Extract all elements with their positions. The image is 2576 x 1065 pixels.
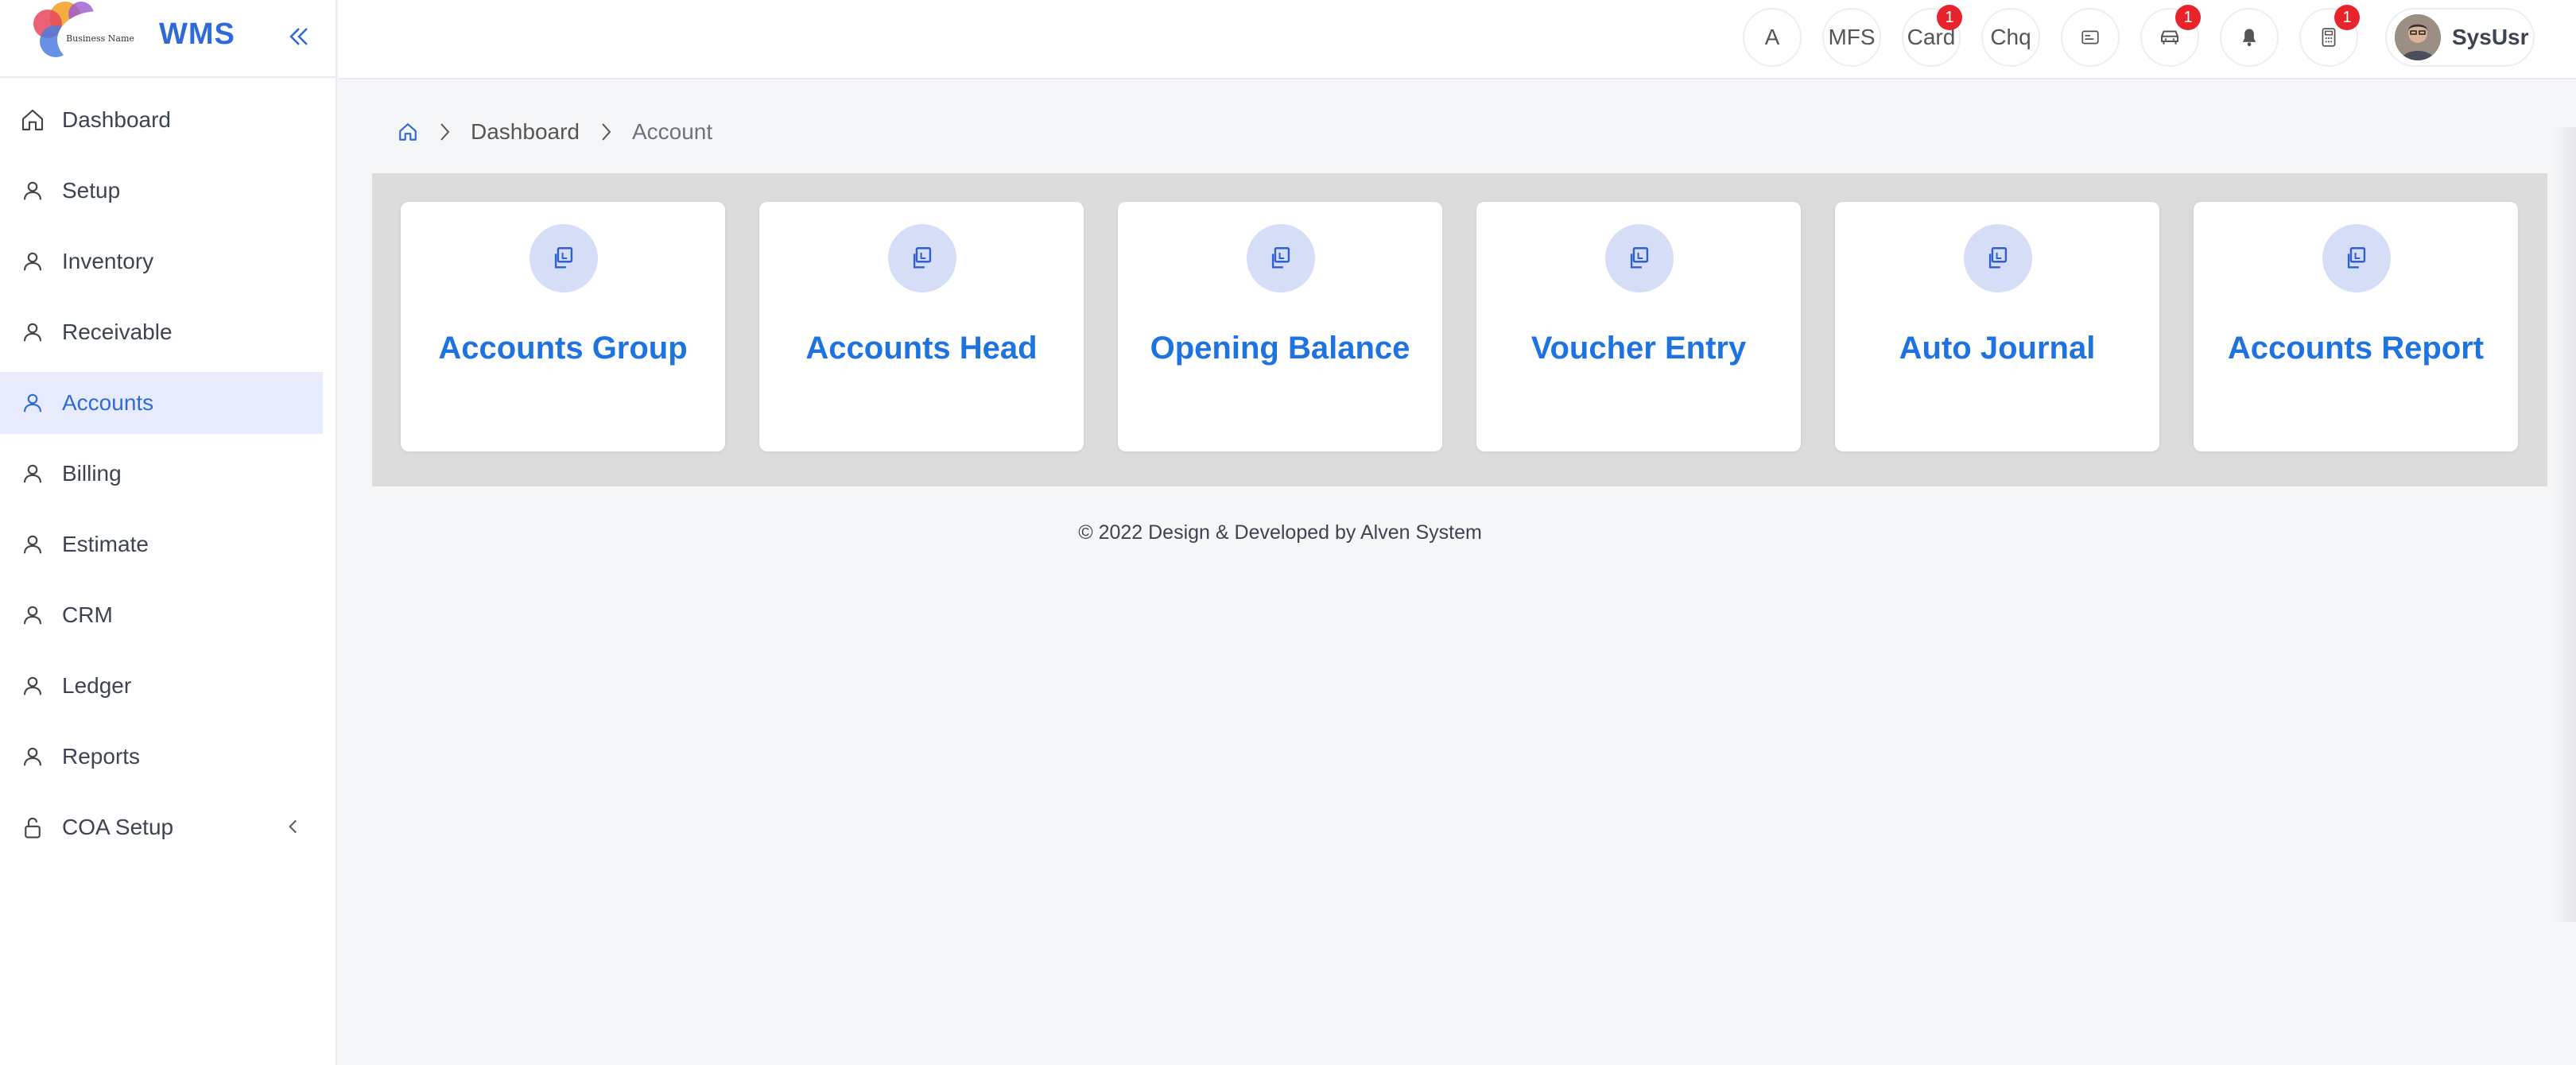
sidebar-item-reports[interactable]: Reports	[0, 726, 323, 788]
avatar	[2395, 14, 2441, 60]
sidebar-item-label: Billing	[62, 461, 122, 486]
user-icon	[19, 389, 46, 416]
card-title: Accounts Report	[2227, 331, 2485, 366]
calculator-button[interactable]: 1	[2299, 5, 2360, 67]
home-icon[interactable]	[398, 122, 418, 142]
sidebar-item-ledger[interactable]: Ledger	[0, 655, 323, 717]
sidebar-item-billing[interactable]: Billing	[0, 443, 323, 505]
brand-bar: Business Name WMS	[0, 0, 336, 78]
app-root: Business Name WMS Dashboard Setup Invent…	[0, 0, 2576, 1065]
logo-text: Business Name	[66, 33, 134, 44]
sidebar-item-label: Ledger	[62, 673, 132, 698]
user-icon	[19, 248, 46, 275]
collapse-sidebar-button[interactable]	[281, 19, 316, 54]
double-chevron-left-icon	[289, 28, 308, 45]
user-icon	[19, 602, 46, 629]
chevron-right-icon	[597, 120, 615, 144]
copy-icon	[530, 224, 598, 292]
sidebar-item-crm[interactable]: CRM	[0, 584, 323, 646]
sidebar-item-label: Estimate	[62, 532, 149, 556]
id-card-button[interactable]	[2061, 8, 2120, 67]
footer-text: © 2022 Design & Developed by Alven Syste…	[1078, 521, 1482, 544]
sidebar-item-dashboard[interactable]: Dashboard	[0, 89, 323, 151]
user-icon	[19, 531, 46, 558]
copy-icon	[888, 224, 956, 292]
home-icon	[19, 106, 46, 134]
sidebar-item-label: Accounts	[62, 390, 154, 415]
card-button[interactable]: Card 1	[1902, 5, 1962, 67]
user-icon	[19, 177, 46, 204]
copy-icon	[1605, 224, 1674, 292]
mfs-label: MFS	[1828, 25, 1876, 49]
lock-icon	[19, 814, 46, 841]
copy-icon	[1964, 224, 2032, 292]
sidebar-item-receivable[interactable]: Receivable	[0, 301, 323, 363]
business-logo[interactable]: Business Name	[24, 0, 143, 75]
mfs-button[interactable]: MFS	[1822, 8, 1881, 67]
bell-icon	[2242, 29, 2256, 47]
copy-icon	[2322, 224, 2391, 292]
id-card-icon	[2081, 30, 2099, 45]
card-voucher-entry[interactable]: Voucher Entry	[1476, 202, 1801, 451]
vehicle-button[interactable]: 1	[2140, 5, 2201, 67]
sidebar-item-label: COA Setup	[62, 815, 174, 839]
card-title: Voucher Entry	[1530, 331, 1747, 366]
sidebar-item-coa-setup[interactable]: COA Setup	[0, 796, 323, 858]
sidebar-item-label: Inventory	[62, 249, 154, 273]
sidebar-item-setup[interactable]: Setup	[0, 160, 323, 222]
quick-a-label: A	[1764, 25, 1780, 49]
chq-label: Chq	[1990, 25, 2031, 49]
sidebar-item-label: CRM	[62, 602, 113, 627]
sidebar-item-label: Dashboard	[62, 107, 171, 132]
topbar: A MFS Card 1 Chq 1 1 SysUsr	[339, 0, 2576, 79]
quick-a-button[interactable]: A	[1743, 8, 1802, 67]
calculator-icon	[2322, 28, 2336, 47]
user-menu[interactable]: SysUsr	[2385, 8, 2535, 67]
card-accounts-group[interactable]: Accounts Group	[401, 202, 725, 451]
card-auto-journal[interactable]: Auto Journal	[1835, 202, 2159, 451]
calculator-badge: 1	[2334, 5, 2360, 30]
sidebar-item-label: Receivable	[62, 320, 173, 344]
user-icon	[19, 460, 46, 487]
card-title: Auto Journal	[1899, 331, 2096, 366]
breadcrumb: Dashboard Account	[398, 116, 712, 148]
chq-button[interactable]: Chq	[1981, 8, 2040, 67]
vehicle-badge: 1	[2175, 5, 2201, 30]
user-icon	[19, 743, 46, 770]
user-icon	[19, 319, 46, 346]
notifications-button[interactable]	[2220, 8, 2279, 67]
card-badge: 1	[1937, 5, 1962, 30]
chevron-left-icon	[289, 819, 297, 834]
card-title: Accounts Group	[438, 331, 688, 366]
breadcrumb-account: Account	[631, 119, 713, 144]
car-icon	[2161, 30, 2178, 45]
app-name[interactable]: WMS	[159, 17, 235, 52]
breadcrumb-dashboard[interactable]: Dashboard	[471, 119, 580, 145]
card-title: Accounts Head	[805, 331, 1038, 366]
side-drawer-edge	[2552, 127, 2576, 922]
sidebar-item-accounts[interactable]: Accounts	[0, 372, 323, 434]
sidebar-nav: Dashboard Setup Inventory Receivable Acc…	[0, 78, 336, 858]
user-name: SysUsr	[2452, 25, 2529, 49]
user-icon	[19, 672, 46, 699]
sidebar-item-inventory[interactable]: Inventory	[0, 230, 323, 292]
card-opening-balance[interactable]: Opening Balance	[1118, 202, 1442, 451]
sidebar-item-label: Reports	[62, 744, 141, 769]
sidebar-item-label: Setup	[62, 178, 121, 203]
card-accounts-head[interactable]: Accounts Head	[759, 202, 1084, 451]
chevron-right-icon	[436, 120, 453, 144]
card-accounts-report[interactable]: Accounts Report	[2194, 202, 2518, 451]
card-title: Opening Balance	[1150, 331, 1410, 366]
sidebar-item-estimate[interactable]: Estimate	[0, 513, 323, 575]
copy-icon	[1247, 224, 1315, 292]
sidebar: Business Name WMS Dashboard Setup Invent…	[0, 0, 337, 1065]
accounts-menu-panel: Accounts Group Accounts Head Opening Bal…	[372, 173, 2547, 486]
